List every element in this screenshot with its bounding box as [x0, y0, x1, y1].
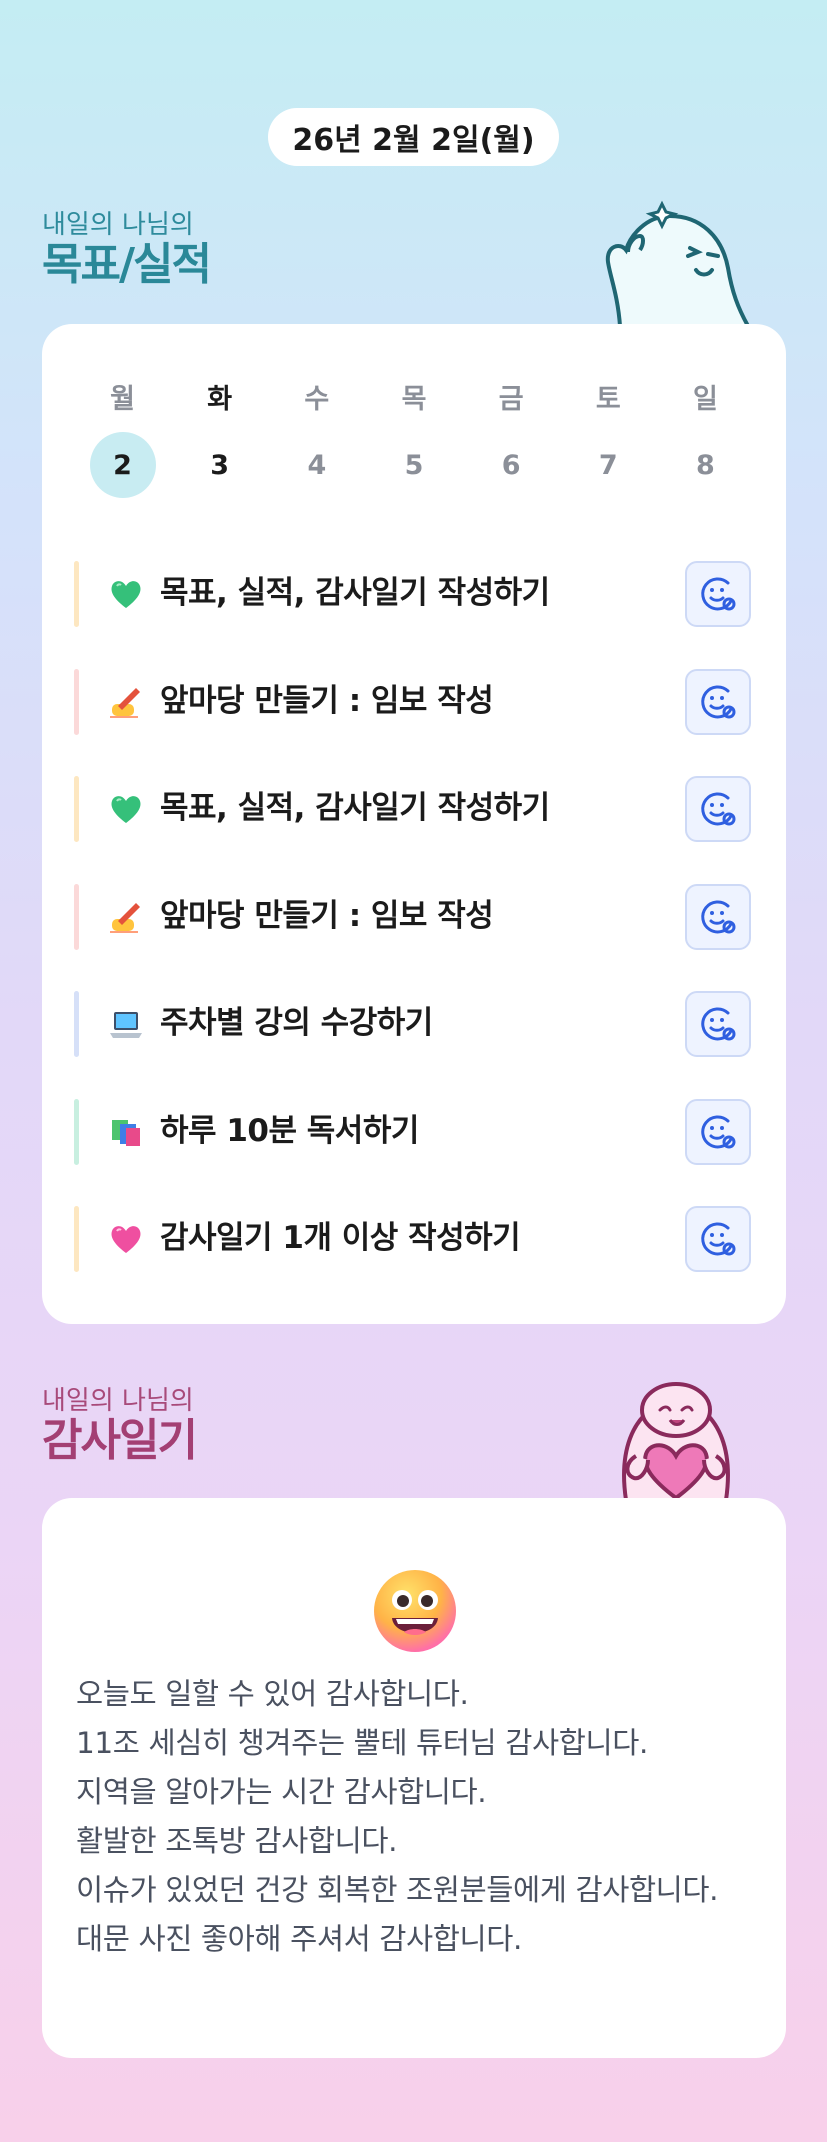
- goal-text: 앞마당 만들기 : 임보 작성: [160, 682, 494, 719]
- goal-color-bar: [74, 776, 79, 842]
- goal-item: 목표, 실적, 감사일기 작성하기: [74, 540, 764, 648]
- goal-text: 주차별 강의 수강하기: [160, 1005, 433, 1041]
- goal-item: 앞마당 만들기 : 임보 작성: [74, 863, 764, 971]
- goal-color-bar: [74, 883, 79, 950]
- day-button[interactable]: 3: [171, 432, 268, 498]
- goal-status-button[interactable]: [685, 883, 751, 950]
- gratitude-line: 대문 사진 좋아해 주셔서 감사합니다.: [76, 1922, 522, 1956]
- smiley-status-icon: [701, 1222, 736, 1256]
- goal-color-bar: [74, 561, 79, 627]
- goal-status-button[interactable]: [685, 1206, 751, 1272]
- gratitude-line: 오늘도 일할 수 있어 감사합니다.: [76, 1677, 469, 1711]
- gratitude-text: 오늘도 일할 수 있어 감사합니다. 11조 세심히 챙겨주는 뿔테 튜터님 감…: [76, 1670, 756, 1964]
- weekday-label: 화: [207, 384, 233, 415]
- goal-item: 하루 10분 독서하기: [74, 1078, 764, 1186]
- goal-item: 주차별 강의 수강하기: [74, 970, 764, 1078]
- goal-text: 앞마당 만들기 : 임보 작성: [160, 897, 494, 934]
- ghost-mascot-icon: [605, 200, 750, 326]
- goals-section-header: 내일의 나님의 목표/실적: [42, 210, 212, 290]
- gratitude-line: 지역을 알아가는 시간 감사합니다.: [76, 1775, 487, 1809]
- smiley-status-icon: [701, 1007, 736, 1041]
- smiley-status-icon: [701, 792, 736, 826]
- goals-card: 월 화 수 목 금 토 일 2 3 4 5 6 7 8 목표, 실적, 감사일기…: [42, 324, 786, 1324]
- gratitude-section-header: 내일의 나님의 감사일기: [42, 1386, 198, 1466]
- weekday-row: 월 화 수 목 금 토 일: [74, 380, 754, 420]
- smiley-status-icon: [701, 685, 736, 718]
- goals-title: 목표/실적: [42, 239, 212, 290]
- green-heart-icon: [111, 796, 141, 823]
- day-button[interactable]: 4: [268, 432, 365, 498]
- goal-item: 목표, 실적, 감사일기 작성하기: [74, 755, 764, 863]
- day-button[interactable]: 7: [560, 432, 657, 498]
- goal-color-bar: [74, 991, 79, 1057]
- gratitude-title: 감사일기: [42, 1415, 198, 1466]
- weekday-label: 월: [110, 384, 135, 415]
- weekday-label: 토: [595, 384, 621, 415]
- date-label[interactable]: 26년 2월 2일(월): [268, 108, 559, 166]
- weekday-label: 수: [304, 384, 330, 415]
- weekday-label: 금: [498, 384, 524, 415]
- smiley-status-icon: [701, 1115, 736, 1148]
- gratitude-card: 오늘도 일할 수 있어 감사합니다. 11조 세심히 챙겨주는 뿔테 튜터님 감…: [42, 1498, 786, 2058]
- day-button-selected[interactable]: 2: [74, 432, 171, 498]
- goal-text: 목표, 실적, 감사일기 작성하기: [160, 790, 550, 826]
- day-button[interactable]: 5: [365, 432, 462, 498]
- goal-list: 목표, 실적, 감사일기 작성하기 앞마당 만들기 : 임보 작성 목표, 실적…: [74, 540, 764, 1293]
- green-heart-icon: [111, 581, 141, 608]
- gratitude-line: 활발한 조톡방 감사합니다.: [76, 1824, 398, 1858]
- goal-text: 하루 10분 독서하기: [160, 1112, 419, 1149]
- weekday-label: 목: [401, 384, 427, 415]
- smiley-status-icon: [701, 577, 736, 611]
- goal-status-button[interactable]: [685, 561, 751, 627]
- goal-color-bar: [74, 668, 79, 735]
- weekday-label: 일: [692, 384, 718, 415]
- writing-hand-icon: [110, 687, 140, 718]
- day-button[interactable]: 8: [657, 432, 754, 498]
- smiley-status-icon: [701, 900, 736, 933]
- goal-status-button[interactable]: [685, 991, 751, 1057]
- goal-status-button[interactable]: [685, 776, 751, 842]
- goal-status-button[interactable]: [685, 1098, 751, 1165]
- goal-item: 감사일기 1개 이상 작성하기: [74, 1185, 764, 1293]
- heart-mascot-icon: [622, 1382, 730, 1500]
- gratitude-subtitle: 내일의 나님의: [42, 1386, 194, 1416]
- books-icon: [112, 1119, 140, 1146]
- gratitude-line: 11조 세심히 챙겨주는 뿔테 튜터님 감사합니다.: [76, 1726, 648, 1760]
- gratitude-line: 이슈가 있었던 건강 회복한 조원분들에게 감사합니다.: [76, 1873, 719, 1907]
- goal-item: 앞마당 만들기 : 임보 작성: [74, 648, 764, 756]
- goal-status-button[interactable]: [685, 668, 751, 735]
- writing-hand-icon: [110, 902, 140, 933]
- goal-text: 목표, 실적, 감사일기 작성하기: [160, 575, 550, 611]
- day-number-row: 2 3 4 5 6 7 8: [74, 432, 754, 498]
- laptop-icon: [110, 1012, 142, 1038]
- goal-color-bar: [74, 1206, 79, 1272]
- goal-text: 감사일기 1개 이상 작성하기: [160, 1220, 521, 1256]
- day-button[interactable]: 6: [463, 432, 560, 498]
- grinning-face-icon: [374, 1570, 456, 1652]
- goal-color-bar: [74, 1098, 79, 1165]
- pink-heart-icon: [111, 1226, 141, 1253]
- goals-subtitle: 내일의 나님의: [42, 210, 194, 240]
